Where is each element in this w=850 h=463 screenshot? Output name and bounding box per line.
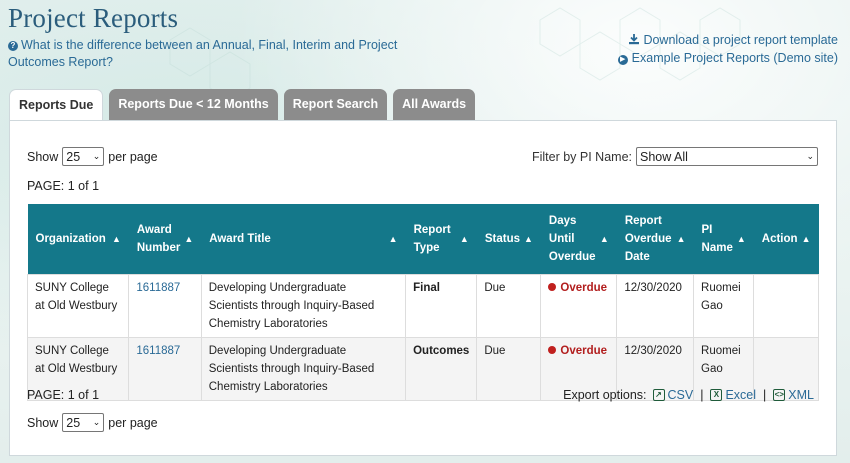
- filter-label: Filter by PI Name:: [531, 149, 632, 164]
- column-header-organization[interactable]: Organization ▲︎: [27, 204, 129, 274]
- cell-award-title: Developing Undergraduate Scientists thro…: [200, 273, 407, 338]
- overdue-indicator: Overdue: [548, 282, 607, 294]
- page-info-bottom: PAGE: 1 of 1: [27, 388, 100, 402]
- red-dot-icon: [548, 345, 557, 354]
- chevron-down-icon: ⌄: [92, 417, 101, 427]
- export-separator: |: [700, 388, 704, 402]
- tab-reports-due-12-months[interactable]: Reports Due < 12 Months: [109, 89, 278, 120]
- export-csv-link[interactable]: ↗ CSV: [652, 388, 693, 402]
- cell-award-title: Developing Undergraduate Scientists thro…: [200, 336, 407, 401]
- page-title: Project Reports: [8, 3, 179, 33]
- page-header: Project Reports ? What is the difference …: [0, 0, 850, 90]
- show-label: Show: [27, 149, 59, 164]
- chevron-down-icon: ⌄: [92, 151, 101, 161]
- column-header-status[interactable]: Status ▲︎: [476, 204, 541, 274]
- export-options: Export options: ↗ CSV | X Excel | <> XML: [563, 388, 814, 402]
- per-page-select-bottom[interactable]: 25 ⌄: [62, 413, 105, 432]
- cell-status: Due: [476, 336, 542, 401]
- example-reports-text: Example Project Reports (Demo site): [631, 51, 838, 65]
- export-xml-link[interactable]: <> XML: [773, 388, 814, 402]
- pi-name-select-value: Show All: [640, 149, 688, 164]
- header-right-links: Download a project report template ▶ Exam…: [617, 31, 838, 67]
- download-icon: [629, 34, 640, 45]
- sort-icon: ▲︎: [111, 233, 121, 244]
- award-number-link[interactable]: 1611887: [136, 345, 180, 357]
- table-row: SUNY College at Old Westbury 1611887 Dev…: [26, 273, 819, 338]
- chevron-down-icon: ⌄: [806, 151, 814, 161]
- sort-icon: ▲︎: [599, 233, 609, 244]
- column-header-report-overdue-date[interactable]: Report Overdue Date ▲︎: [616, 204, 694, 274]
- sort-icon: ▲︎: [524, 233, 533, 244]
- arrow-circle-right-icon: ▶: [617, 55, 628, 65]
- sort-icon: ▲︎: [388, 233, 398, 244]
- xml-file-icon: <>: [773, 389, 786, 401]
- cell-status: Due: [476, 273, 542, 338]
- example-reports-link[interactable]: ▶ Example Project Reports (Demo site): [617, 49, 838, 67]
- export-label: Export options:: [563, 388, 647, 402]
- reports-panel: Show 25 ⌄ per page Filter by PI Name: Sh…: [9, 120, 837, 456]
- report-tabs: Reports Due Reports Due < 12 Months Repo…: [9, 89, 481, 121]
- tab-all-awards[interactable]: All Awards: [393, 89, 476, 120]
- show-label: Show: [27, 415, 59, 430]
- page-size-control-bottom: Show 25 ⌄ per page: [27, 413, 158, 432]
- per-page-label: per page: [108, 415, 158, 430]
- pi-name-select[interactable]: Show All ⌄: [636, 147, 818, 166]
- page-info-top: PAGE: 1 of 1: [27, 179, 100, 193]
- column-header-days-until-overdue[interactable]: Days Until Overdue ▲︎: [540, 204, 617, 274]
- column-header-award-title[interactable]: Award Title ▲︎: [201, 204, 406, 274]
- per-page-select-top[interactable]: 25 ⌄: [62, 147, 105, 166]
- pi-filter: Filter by PI Name: Show All ⌄: [532, 147, 818, 166]
- cell-organization: SUNY College at Old Westbury: [26, 273, 130, 338]
- csv-file-icon: ↗: [652, 389, 665, 401]
- tab-report-search[interactable]: Report Search: [283, 89, 388, 120]
- column-header-report-type[interactable]: Report Type ▲︎: [405, 204, 477, 274]
- sort-icon: ▲︎: [184, 233, 194, 244]
- award-number-link[interactable]: 1611887: [136, 282, 180, 294]
- sort-icon: ▲︎: [801, 233, 811, 244]
- download-template-text: Download a project report template: [643, 33, 838, 47]
- cell-days-until-overdue: Overdue: [540, 273, 618, 338]
- cell-award-number: 1611887: [128, 336, 202, 401]
- faq-link-text: What is the difference between an Annual…: [8, 38, 398, 69]
- question-circle-icon: ?: [8, 41, 18, 51]
- column-header-action[interactable]: Action ▲︎: [753, 204, 819, 274]
- sort-icon: ▲︎: [459, 233, 469, 244]
- per-page-label: per page: [108, 149, 158, 164]
- cell-report-type: Outcomes: [405, 336, 478, 401]
- sort-icon: ▲︎: [676, 233, 686, 244]
- export-separator: |: [763, 388, 767, 402]
- column-header-award-number[interactable]: Award Number ▲︎: [128, 204, 202, 274]
- sort-icon: ▲︎: [736, 233, 746, 244]
- tab-reports-due[interactable]: Reports Due: [9, 89, 104, 121]
- cell-award-number: 1611887: [128, 273, 202, 338]
- per-page-value: 25: [66, 415, 81, 430]
- overdue-indicator: Overdue: [548, 345, 607, 357]
- cell-report-overdue-date: 12/30/2020: [616, 273, 695, 338]
- page-size-control-top: Show 25 ⌄ per page: [27, 147, 158, 166]
- per-page-value: 25: [66, 149, 81, 164]
- export-excel-link[interactable]: X Excel: [710, 388, 756, 402]
- cell-pi-name: Ruomei Gao: [693, 273, 755, 338]
- cell-action: [753, 273, 819, 338]
- column-header-pi-name[interactable]: PI Name ▲︎: [693, 204, 754, 274]
- reports-table: Organization ▲︎ Award Number ▲︎ Award Titl…: [26, 204, 819, 401]
- excel-file-icon: X: [710, 389, 723, 401]
- download-template-link[interactable]: Download a project report template: [618, 31, 838, 49]
- report-types-faq-link[interactable]: ? What is the difference between an Annua…: [8, 37, 418, 71]
- red-dot-icon: [548, 282, 557, 291]
- table-header-row: Organization ▲︎ Award Number ▲︎ Award Titl…: [27, 204, 819, 274]
- cell-report-type: Final: [405, 273, 478, 338]
